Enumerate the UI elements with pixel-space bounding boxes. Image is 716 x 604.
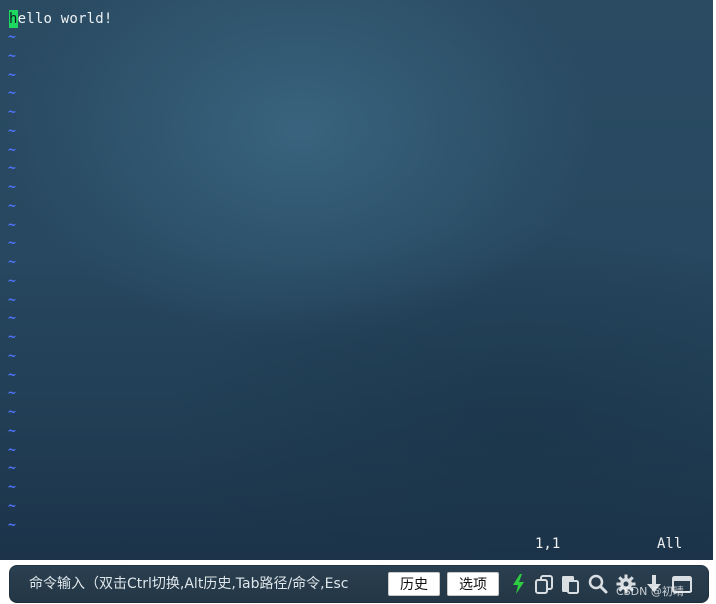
tilde-marker: ~ xyxy=(8,273,16,289)
tilde-marker: ~ xyxy=(8,480,16,495)
cursor-position: 1,1 xyxy=(535,536,561,552)
search-icon[interactable] xyxy=(587,573,609,595)
text-cursor: h xyxy=(9,10,18,28)
command-bar: 历史 选项 xyxy=(9,565,709,603)
vim-editor[interactable]: hello world! ~ ~ ~ ~ ~ ~ ~ ~ ~ ~ ~ ~ ~ ~ ~ ~ ~ ~ ~ ~ ~ ~ ~ ~ ~ ~ ~… xyxy=(0,0,713,560)
tilde-marker: ~ xyxy=(8,367,16,383)
download-icon[interactable] xyxy=(643,573,665,595)
tilde-marker: ~ xyxy=(8,30,16,45)
tilde-marker: ~ xyxy=(8,292,16,308)
tilde-marker: ~ xyxy=(8,67,16,83)
tilde-marker: ~ xyxy=(8,86,16,102)
tilde-marker: ~ xyxy=(8,348,16,364)
tilde-marker: ~ xyxy=(8,405,16,420)
tilde-marker: ~ xyxy=(8,236,16,252)
tilde-marker: ~ xyxy=(8,311,16,327)
paste-icon[interactable] xyxy=(559,573,581,595)
buffer-line-1: hello world! xyxy=(9,10,113,28)
tilde-marker: ~ xyxy=(8,386,16,402)
options-button[interactable]: 选项 xyxy=(447,572,499,596)
tilde-marker: ~ xyxy=(8,461,16,477)
tilde-marker: ~ xyxy=(8,48,16,64)
lightning-icon[interactable] xyxy=(508,573,530,595)
tilde-marker: ~ xyxy=(8,123,16,139)
line-text: ello world! xyxy=(17,11,113,27)
tilde-marker: ~ xyxy=(8,255,16,270)
tilde-marker: ~ xyxy=(8,517,16,533)
command-input[interactable] xyxy=(29,574,381,594)
history-button[interactable]: 历史 xyxy=(388,572,440,596)
tilde-marker: ~ xyxy=(8,442,16,458)
tilde-marker: ~ xyxy=(8,105,16,120)
tilde-marker: ~ xyxy=(8,217,16,233)
gear-icon[interactable] xyxy=(615,573,637,595)
tilde-marker: ~ xyxy=(8,142,16,158)
tilde-marker: ~ xyxy=(8,198,16,214)
copy-icon[interactable] xyxy=(533,573,555,595)
scroll-indicator: All xyxy=(657,536,683,552)
window-icon[interactable] xyxy=(671,573,693,595)
tilde-marker: ~ xyxy=(8,423,16,439)
tilde-marker: ~ xyxy=(8,161,16,177)
tilde-marker: ~ xyxy=(8,180,16,195)
tilde-marker: ~ xyxy=(8,498,16,514)
tilde-marker: ~ xyxy=(8,330,16,345)
terminal-window: hello world! ~ ~ ~ ~ ~ ~ ~ ~ ~ ~ ~ ~ ~ ~ ~ ~ ~ ~ ~ ~ ~ ~ ~ ~ ~ ~ ~… xyxy=(0,0,716,604)
empty-line-markers: ~ ~ ~ ~ ~ ~ ~ ~ ~ ~ ~ ~ ~ ~ ~ ~ ~ ~ ~ ~ ~ ~ ~ ~ ~ ~ ~ xyxy=(8,29,22,535)
